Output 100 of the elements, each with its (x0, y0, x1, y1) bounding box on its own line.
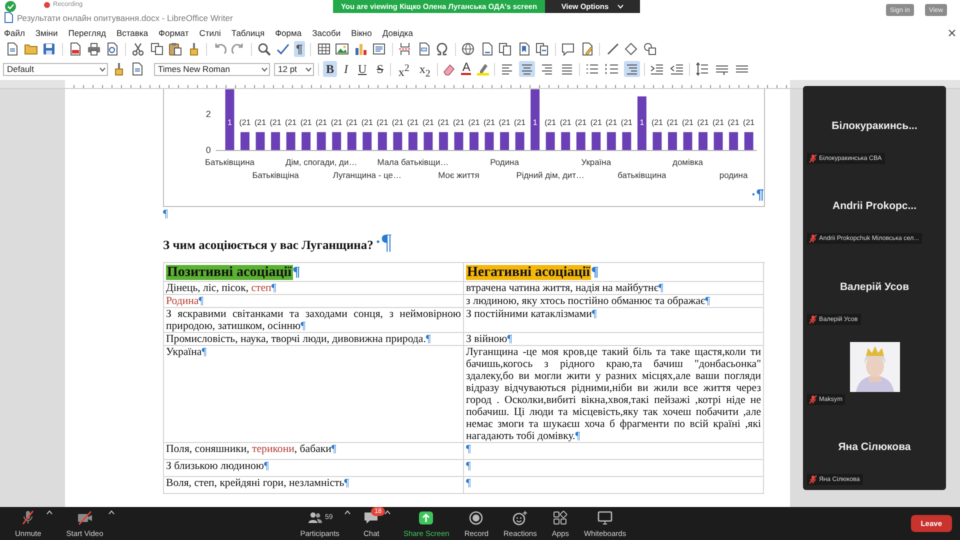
share-screen-icon (418, 510, 434, 526)
data-label: (21 (544, 118, 556, 128)
data-label: (21 (575, 118, 587, 128)
footnote-icon[interactable] (480, 42, 494, 56)
axis-label: 0 (206, 144, 211, 155)
bar (714, 132, 723, 150)
eraser-icon[interactable] (442, 62, 456, 76)
caret-icon[interactable] (108, 510, 116, 514)
data-label: (21 (300, 118, 312, 128)
omega-icon[interactable] (435, 42, 450, 56)
table-cell: ¶ (464, 460, 764, 477)
bold-button[interactable]: B (323, 61, 338, 77)
field-icon[interactable] (416, 42, 431, 56)
bookmark-icon[interactable] (516, 42, 531, 56)
axis-label: Родина (490, 156, 519, 167)
checkmark-icon[interactable] (276, 42, 290, 56)
page-break-icon[interactable] (398, 42, 412, 56)
bar (576, 132, 586, 150)
outline-list-icon[interactable] (624, 61, 640, 77)
menu-item[interactable]: Вставка (116, 28, 148, 38)
globe-icon[interactable] (461, 42, 476, 56)
smiley-icon (512, 510, 528, 526)
underline-button[interactable]: U (355, 61, 370, 77)
print-preview-icon[interactable] (105, 42, 119, 56)
bar (271, 132, 280, 150)
document-icon[interactable] (130, 62, 144, 76)
line-icon[interactable] (606, 42, 620, 56)
data-label: (21 (346, 118, 358, 128)
shapes-icon[interactable] (642, 42, 657, 56)
speech-bubble-icon[interactable] (561, 42, 576, 56)
align-center-icon[interactable] (519, 61, 536, 77)
data-label: (21 (514, 118, 526, 128)
data-label: (21 (560, 118, 572, 128)
bar (256, 132, 265, 150)
bar (744, 132, 754, 150)
menu-item[interactable]: Стилі (199, 28, 221, 38)
copy-icon[interactable] (150, 42, 164, 56)
font-color-button[interactable]: A (460, 61, 472, 77)
data-label: (21 (452, 118, 464, 128)
window-title: Результати онлайн опитування.docx - LibreOffice Writer (17, 13, 233, 23)
caret-icon[interactable] (384, 510, 392, 514)
menu-item[interactable]: Перегляд (68, 28, 106, 38)
data-label: (21 (239, 118, 251, 128)
table-cell: з людиною, яку хтось постійно обманює та ображає¶ (464, 295, 764, 308)
menu-item[interactable]: Зміни (35, 28, 58, 38)
strikethrough-button[interactable]: S (374, 61, 386, 77)
superscript-button[interactable]: x$^{2}$ (395, 61, 412, 77)
participant-name: Andrii Prokopc... (832, 200, 916, 212)
menu-item[interactable]: Вікно (351, 28, 372, 38)
scissors-icon[interactable] (131, 42, 145, 56)
cross-reference-icon[interactable] (535, 42, 550, 56)
diamond-icon[interactable] (624, 42, 638, 56)
formatting-marks-button[interactable]: ¶ (294, 41, 305, 57)
bar-chart-icon[interactable] (354, 42, 368, 56)
axis-label: Дім, спогади, ди… (286, 156, 358, 167)
caret-icon[interactable] (344, 510, 352, 514)
italic-button[interactable]: I (341, 61, 352, 77)
caret-icon[interactable] (46, 510, 54, 514)
table-icon[interactable] (316, 42, 331, 56)
bar (362, 132, 372, 150)
bar (347, 132, 356, 150)
table-cell: Родина¶ (164, 295, 464, 308)
folder-icon[interactable] (24, 42, 38, 56)
axis-label: Моє життя (438, 170, 480, 180)
bar (438, 132, 448, 150)
menu-item[interactable]: Форма (275, 28, 302, 38)
highlighter-icon[interactable] (476, 62, 490, 76)
text-frame-icon[interactable] (372, 42, 386, 56)
table-cell: З близькою людиною¶ (164, 460, 464, 477)
numbered-list-icon[interactable] (604, 61, 620, 77)
pages-icon[interactable] (498, 42, 512, 56)
redo-icon[interactable] (231, 42, 245, 56)
menu-item[interactable]: Таблиця (231, 28, 265, 38)
data-label: (21 (651, 118, 663, 128)
close-icon[interactable] (948, 29, 956, 37)
printer-icon[interactable] (86, 42, 100, 56)
heading: З чим асоціюється у вас Луганщина?·¶ (163, 231, 392, 253)
paintbrush-icon[interactable] (112, 62, 126, 76)
bar (652, 132, 662, 150)
data-label: (21 (316, 118, 328, 128)
undo-icon[interactable] (212, 42, 226, 56)
pencil-document-icon[interactable] (580, 42, 594, 56)
table-cell: З постійними катаклізмами¶ (464, 308, 764, 333)
font-name-field[interactable]: Times New Roman (154, 62, 270, 76)
pdf-icon[interactable] (68, 42, 82, 56)
menu-item[interactable]: Засоби (312, 28, 341, 38)
paragraph-style-field[interactable]: Default (3, 62, 108, 76)
subscript-button[interactable]: x$_{2}$ (416, 61, 434, 77)
menu-item[interactable]: Формат (158, 28, 189, 38)
image-icon[interactable] (335, 42, 350, 56)
clipboard-icon[interactable] (168, 42, 182, 56)
line-spacing-icon[interactable] (694, 61, 710, 77)
bar (561, 132, 570, 150)
menu-item[interactable]: Файл (4, 28, 25, 38)
search-icon[interactable] (257, 42, 271, 56)
menu-item[interactable]: Довідка (382, 28, 413, 38)
document-icon[interactable] (5, 42, 19, 56)
data-label: 1 (228, 118, 232, 128)
data-label: (21 (392, 118, 404, 128)
font-size-field[interactable]: 12 pt (274, 62, 314, 76)
